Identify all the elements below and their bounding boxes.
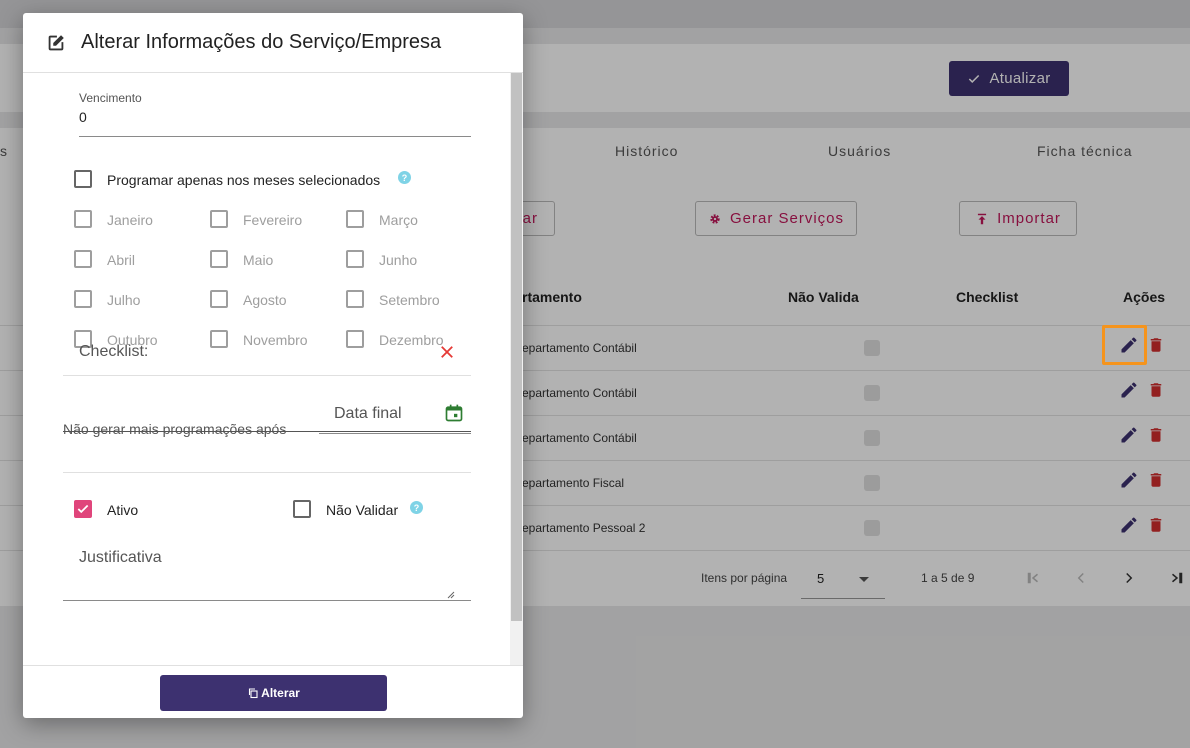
- ativo-label: Ativo: [107, 502, 139, 518]
- justificativa-textarea[interactable]: Justificativa: [79, 549, 162, 567]
- calendar-icon[interactable]: [444, 403, 464, 423]
- month-checkbox-fevereiro[interactable]: [210, 210, 228, 228]
- month-checkbox-maio[interactable]: [210, 250, 228, 268]
- vencimento-label: Vencimento: [79, 91, 142, 105]
- edit-square-icon: [48, 34, 64, 50]
- month-checkbox-novembro[interactable]: [210, 330, 228, 348]
- copy-icon: [249, 688, 258, 699]
- dialog-footer: Alterar: [23, 665, 523, 718]
- month-label: Julho: [107, 292, 141, 308]
- alterar-button[interactable]: Alterar: [160, 675, 387, 711]
- month-label: Maio: [243, 252, 274, 268]
- nao-validar-checkbox[interactable]: [293, 500, 311, 518]
- programar-label: Programar apenas nos meses selecionados: [107, 172, 381, 188]
- clear-icon[interactable]: [438, 343, 456, 361]
- alterar-label: Alterar: [261, 686, 300, 700]
- month-label: Junho: [379, 252, 418, 268]
- scrollbar-thumb[interactable]: [511, 73, 522, 621]
- month-checkbox-dezembro[interactable]: [346, 330, 364, 348]
- month-checkbox-setembro[interactable]: [346, 290, 364, 308]
- vencimento-underline: [79, 136, 471, 137]
- data-final-input[interactable]: Data final: [334, 405, 402, 423]
- dialog-title: Alterar Informações do Serviço/Empresa: [81, 31, 442, 53]
- section-divider: [63, 472, 471, 473]
- checklist-input[interactable]: Checklist:: [79, 343, 148, 361]
- month-label: Setembro: [379, 292, 440, 308]
- data-final-underline: [319, 433, 471, 434]
- month-label: Novembro: [243, 332, 308, 348]
- month-label: Janeiro: [107, 212, 153, 228]
- vencimento-input[interactable]: 0: [79, 109, 87, 125]
- month-checkbox-janeiro[interactable]: [74, 210, 92, 228]
- help-icon[interactable]: ?: [410, 501, 423, 514]
- month-checkbox-junho[interactable]: [346, 250, 364, 268]
- dialog-body: Vencimento 0 Programar apenas nos meses …: [23, 73, 523, 665]
- highlight-frame: [1102, 325, 1147, 365]
- resize-handle-icon[interactable]: [445, 589, 455, 599]
- programar-checkbox[interactable]: [74, 170, 92, 188]
- month-checkbox-marco[interactable]: [346, 210, 364, 228]
- nao-validar-label: Não Validar: [326, 502, 399, 518]
- month-label: Dezembro: [379, 332, 444, 348]
- month-label: Março: [379, 212, 418, 228]
- month-label: Agosto: [243, 292, 287, 308]
- check-icon: [77, 504, 89, 514]
- month-label: Fevereiro: [243, 212, 303, 228]
- edit-service-dialog: Alterar Informações do Serviço/Empresa V…: [23, 13, 523, 718]
- section-divider: [63, 375, 471, 376]
- month-checkbox-abril[interactable]: [74, 250, 92, 268]
- help-icon[interactable]: ?: [398, 171, 411, 184]
- ativo-checkbox[interactable]: [74, 500, 92, 518]
- month-label: Abril: [107, 252, 136, 268]
- month-checkbox-julho[interactable]: [74, 290, 92, 308]
- nao-gerar-label: Não gerar mais programações após: [63, 421, 287, 437]
- month-checkbox-agosto[interactable]: [210, 290, 228, 308]
- justificativa-underline: [63, 600, 471, 601]
- dialog-scrollbar[interactable]: [510, 73, 523, 665]
- dialog-header: Alterar Informações do Serviço/Empresa: [23, 13, 523, 73]
